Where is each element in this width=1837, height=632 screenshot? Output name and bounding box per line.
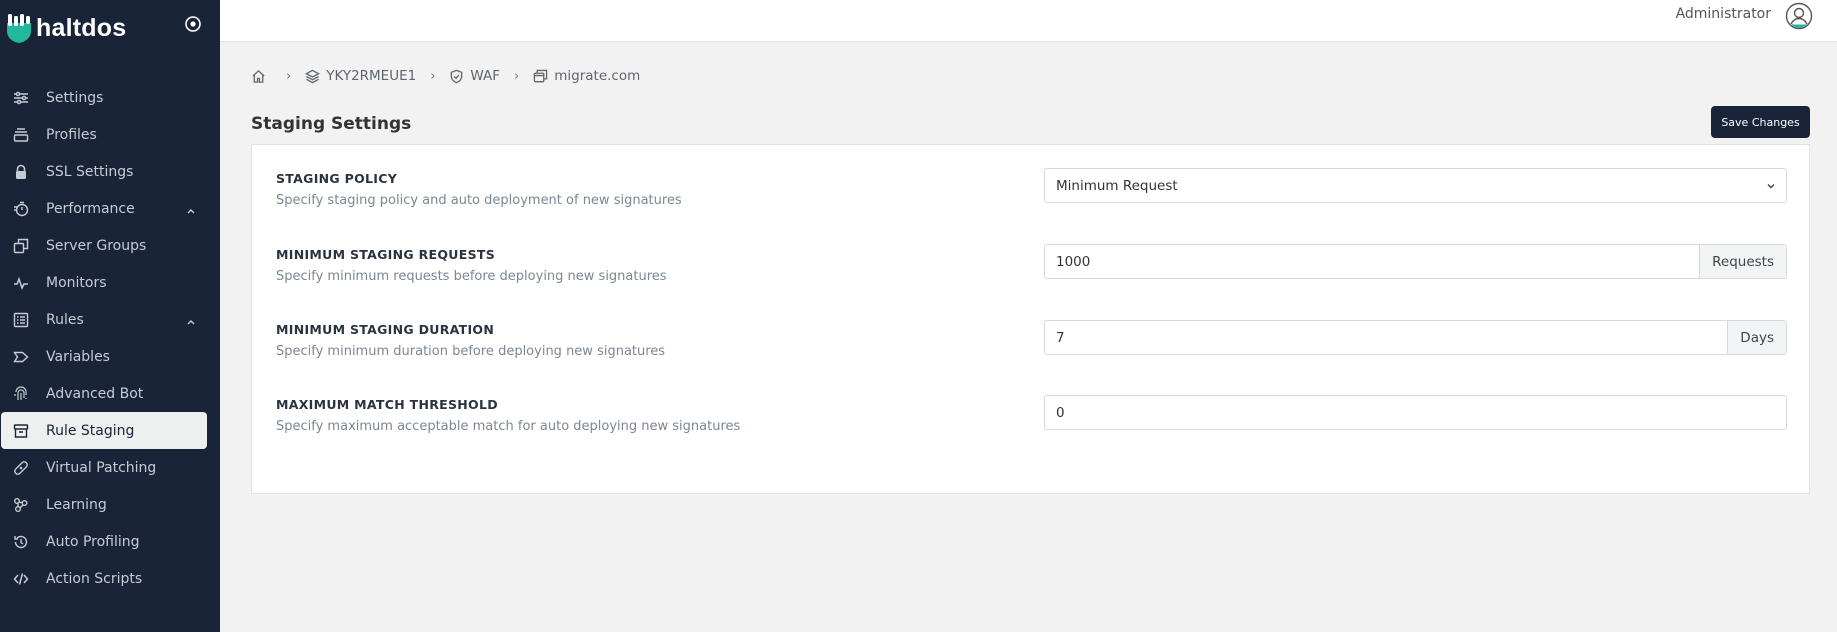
- save-changes-button[interactable]: Save Changes: [1711, 106, 1810, 138]
- target-circle-icon: [185, 16, 201, 32]
- max-match-threshold-label: MAXIMUM MATCH THRESHOLD: [276, 397, 498, 412]
- breadcrumb-separator: ›: [430, 68, 436, 84]
- sidebar-item-label: Learning: [46, 496, 107, 513]
- sidebar-item-label: Performance: [46, 200, 135, 217]
- sidebar-item-performance[interactable]: Performance: [0, 190, 220, 227]
- sidebar-item-label: Action Scripts: [46, 570, 143, 587]
- breadcrumb-separator: ›: [514, 68, 520, 84]
- user-name[interactable]: Administrator: [1676, 6, 1771, 22]
- brand-logo[interactable]: haltdos: [6, 10, 126, 46]
- layers-icon: [305, 69, 321, 84]
- sidebar-item-rule-staging[interactable]: Rule Staging: [1, 412, 207, 449]
- list-icon: [12, 311, 30, 329]
- sidebar-item-monitors[interactable]: Monitors: [0, 264, 220, 301]
- breadcrumb-label: migrate.com: [554, 68, 641, 84]
- breadcrumb-separator: ›: [286, 68, 292, 84]
- breadcrumb-project[interactable]: YKY2RMEUE1: [305, 68, 416, 84]
- home-icon: [251, 69, 266, 84]
- days-unit-addon: Days: [1727, 321, 1786, 354]
- staging-policy-value: Minimum Request: [1056, 177, 1178, 194]
- sidebar-item-label: Server Groups: [46, 237, 147, 254]
- min-staging-duration-help: Specify minimum duration before deployin…: [276, 344, 666, 359]
- sidebar-item-virtual-patching[interactable]: Virtual Patching: [0, 449, 220, 486]
- sidebar-item-label: Settings: [46, 89, 104, 106]
- sidebar: haltdos Settings Profiles SSL Settings P…: [0, 0, 220, 632]
- sidebar-item-learning[interactable]: Learning: [0, 486, 220, 523]
- sidebar-item-rules[interactable]: Rules: [0, 301, 220, 338]
- shield-check-icon: [449, 69, 464, 84]
- copy-icon: [12, 237, 30, 255]
- requests-unit-addon: Requests: [1699, 245, 1786, 278]
- sidebar-item-label: Profiles: [46, 126, 97, 143]
- sidebar-item-label: Advanced Bot: [46, 385, 144, 402]
- archive-icon: [12, 422, 30, 440]
- min-staging-duration-value[interactable]: 7: [1045, 330, 1727, 346]
- sidebar-item-label: SSL Settings: [46, 163, 134, 180]
- breadcrumb: › YKY2RMEUE1 › WAF › migrate.com: [251, 66, 640, 86]
- user-avatar-icon[interactable]: [1785, 2, 1813, 30]
- lock-icon: [12, 163, 30, 181]
- max-match-threshold-value[interactable]: 0: [1045, 405, 1786, 421]
- network-icon: [12, 496, 30, 514]
- min-staging-duration-label: MINIMUM STAGING DURATION: [276, 322, 495, 337]
- sidebar-item-profiles[interactable]: Profiles: [0, 116, 220, 153]
- min-staging-requests-input[interactable]: 1000 Requests: [1044, 244, 1787, 279]
- staging-settings-card: STAGING POLICY Specify staging policy an…: [251, 144, 1810, 494]
- sidebar-nav: Settings Profiles SSL Settings Performan…: [0, 79, 220, 597]
- sidebar-item-auto-profiling[interactable]: Auto Profiling: [0, 523, 220, 560]
- sidebar-item-label: Monitors: [46, 274, 107, 291]
- fingerprint-icon: [12, 385, 30, 403]
- breadcrumb-label: YKY2RMEUE1: [326, 68, 417, 84]
- page-title: Staging Settings: [251, 114, 412, 134]
- max-match-threshold-input[interactable]: 0: [1044, 395, 1787, 430]
- windows-icon: [533, 69, 548, 84]
- breadcrumb-domain[interactable]: migrate.com: [533, 68, 640, 84]
- pulse-icon: [12, 274, 30, 292]
- tag-icon: [12, 348, 30, 366]
- chevron-down-icon: [1766, 178, 1776, 194]
- sidebar-item-label: Virtual Patching: [46, 459, 157, 476]
- min-staging-duration-input[interactable]: 7 Days: [1044, 320, 1787, 355]
- haltdos-logo-icon: [6, 13, 32, 43]
- breadcrumb-label: WAF: [470, 68, 501, 84]
- stopwatch-icon: [12, 200, 30, 218]
- staging-policy-select[interactable]: Minimum Request: [1044, 168, 1787, 203]
- staging-policy-label: STAGING POLICY: [276, 171, 398, 186]
- sidebar-item-variables[interactable]: Variables: [0, 338, 220, 375]
- sidebar-toggle-button[interactable]: [184, 15, 202, 33]
- stack-icon: [12, 126, 30, 144]
- breadcrumb-waf[interactable]: WAF: [449, 68, 500, 84]
- min-staging-requests-help: Specify minimum requests before deployin…: [276, 269, 667, 284]
- brand-name: haltdos: [36, 13, 127, 42]
- chevron-up-icon: [186, 314, 196, 330]
- sidebar-item-settings[interactable]: Settings: [0, 79, 220, 116]
- sidebar-item-label: Rule Staging: [46, 422, 135, 439]
- staging-policy-help: Specify staging policy and auto deployme…: [276, 193, 682, 208]
- sidebar-item-advanced-bot[interactable]: Advanced Bot: [0, 375, 220, 412]
- chevron-up-icon: [186, 203, 196, 219]
- sidebar-item-server-groups[interactable]: Server Groups: [0, 227, 220, 264]
- code-icon: [12, 570, 30, 588]
- min-staging-requests-value[interactable]: 1000: [1045, 254, 1699, 270]
- sliders-icon: [12, 89, 30, 107]
- sidebar-item-label: Auto Profiling: [46, 533, 140, 550]
- sidebar-item-label: Variables: [46, 348, 110, 365]
- min-staging-requests-label: MINIMUM STAGING REQUESTS: [276, 247, 496, 262]
- sidebar-item-action-scripts[interactable]: Action Scripts: [0, 560, 220, 597]
- breadcrumb-home[interactable]: [251, 69, 272, 84]
- sidebar-item-ssl-settings[interactable]: SSL Settings: [0, 153, 220, 190]
- bandage-icon: [12, 459, 30, 477]
- top-bar: Administrator: [220, 0, 1837, 42]
- sidebar-item-label: Rules: [46, 311, 84, 328]
- history-icon: [12, 533, 30, 551]
- max-match-threshold-help: Specify maximum acceptable match for aut…: [276, 419, 741, 434]
